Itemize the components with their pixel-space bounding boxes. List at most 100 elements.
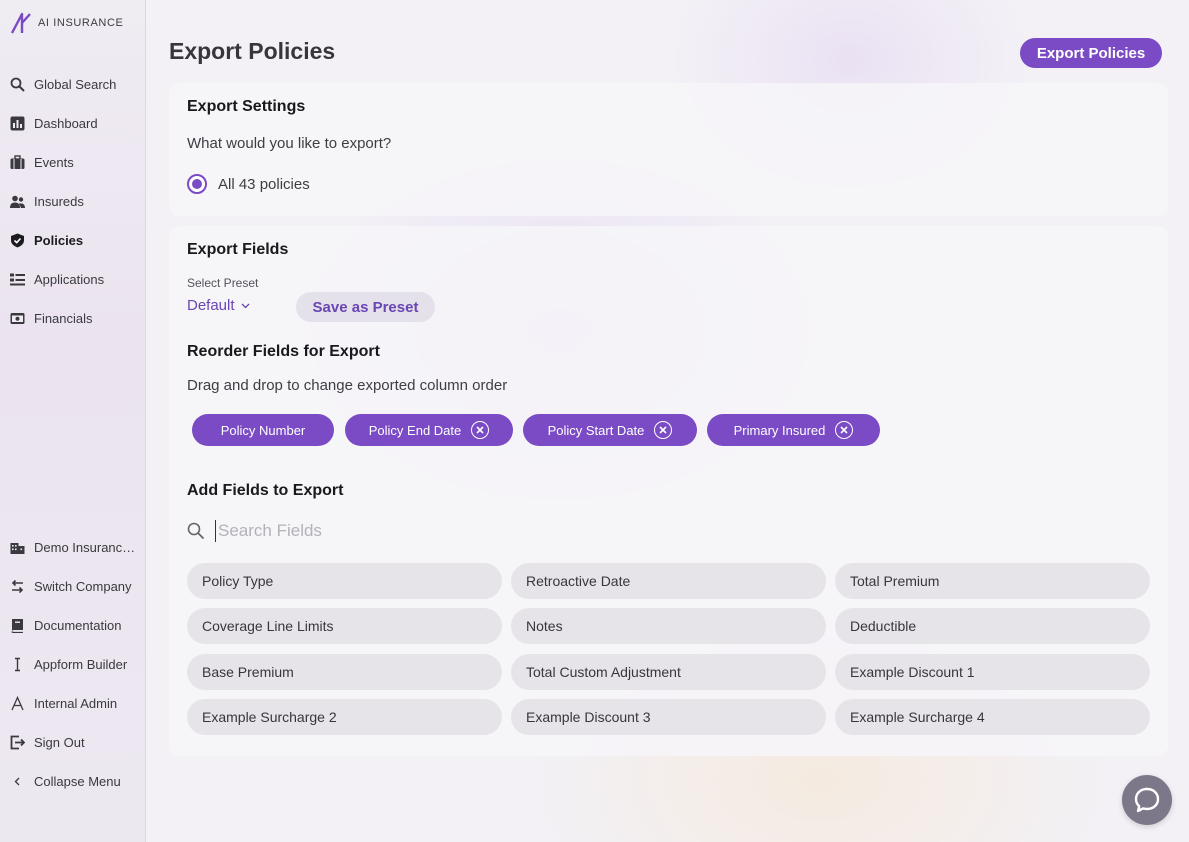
nav-global-search[interactable]: Global Search [0, 69, 146, 99]
nav-label: Applications [34, 271, 105, 287]
nav-company[interactable]: Demo Insurance Co [0, 532, 146, 562]
reorder-heading: Reorder Fields for Export [187, 343, 380, 360]
selected-field-chip[interactable]: Policy Start Date [523, 414, 697, 446]
preset-dropdown[interactable]: Default [187, 297, 250, 314]
available-field[interactable]: Example Surcharge 2 [187, 699, 502, 735]
add-fields-heading: Add Fields to Export [187, 482, 344, 499]
nav-events[interactable]: Events [0, 147, 146, 177]
field-label: Coverage Line Limits [202, 618, 334, 634]
people-icon [10, 194, 25, 209]
field-label: Notes [526, 618, 563, 634]
nav-financials[interactable]: Financials [0, 303, 146, 333]
cash-icon [10, 311, 25, 326]
export-fields-card: Export Fields Select Preset Default Save… [169, 226, 1168, 756]
radio-selected-icon[interactable] [187, 174, 207, 194]
export-policies-button[interactable]: Export Policies [1020, 38, 1162, 68]
nav-applications[interactable]: Applications [0, 264, 146, 294]
export-question: What would you like to export? [187, 135, 392, 152]
field-label: Total Custom Adjustment [526, 664, 681, 680]
text-cursor-icon [10, 657, 25, 672]
available-field[interactable]: Coverage Line Limits [187, 608, 502, 644]
selected-field-chip[interactable]: Primary Insured [707, 414, 880, 446]
export-settings-card: Export Settings What would you like to e… [169, 83, 1168, 216]
field-label: Deductible [850, 618, 917, 634]
nav-documentation[interactable]: Documentation [0, 610, 146, 640]
nav-appform-builder[interactable]: Appform Builder [0, 649, 146, 679]
available-field[interactable]: Deductible [835, 608, 1150, 644]
nav-sign-out[interactable]: Sign Out [0, 727, 146, 757]
nav-insureds[interactable]: Insureds [0, 186, 146, 216]
available-field[interactable]: Base Premium [187, 654, 502, 690]
nav-label: Sign Out [34, 734, 85, 750]
field-search [187, 516, 1147, 546]
selected-field-chip[interactable]: Policy End Date [345, 414, 513, 446]
field-label: Total Premium [850, 573, 940, 589]
reorder-hint: Drag and drop to change exported column … [187, 377, 508, 394]
field-label: Example Surcharge 4 [850, 709, 985, 725]
swap-icon [10, 579, 25, 594]
chat-bubble-icon [1134, 787, 1160, 813]
chat-support-button[interactable] [1122, 775, 1172, 825]
remove-field-icon[interactable] [835, 421, 854, 439]
book-icon [10, 618, 25, 633]
logo-mark-icon [10, 12, 31, 34]
briefcase-icon [10, 154, 25, 170]
nav-dashboard[interactable]: Dashboard [0, 108, 146, 138]
nav-label: Events [34, 154, 74, 170]
letter-a-icon [10, 695, 25, 711]
available-field[interactable]: Total Custom Adjustment [511, 654, 826, 690]
nav-label: Appform Builder [34, 656, 128, 672]
nav-label: Global Search [34, 76, 117, 92]
nav-label: Switch Company [34, 578, 132, 594]
available-field[interactable]: Example Discount 1 [835, 654, 1150, 690]
brand-name: AI INSURANCE [38, 17, 124, 29]
nav-internal-admin[interactable]: Internal Admin [0, 688, 146, 718]
remove-field-icon[interactable] [471, 421, 490, 439]
search-fields-input[interactable] [215, 520, 1115, 542]
chip-label: Primary Insured [733, 422, 826, 438]
preset-value: Default [187, 297, 235, 314]
field-label: Example Discount 1 [850, 664, 975, 680]
list-icon [10, 272, 25, 287]
export-fields-heading: Export Fields [187, 241, 289, 258]
all-policies-label: All 43 policies [218, 175, 310, 193]
available-field[interactable]: Total Premium [835, 563, 1150, 599]
sidebar: AI INSURANCE Global Search Dashboard Eve… [0, 0, 146, 842]
building-icon [10, 540, 25, 555]
nav-label: Collapse Menu [34, 773, 121, 789]
field-label: Retroactive Date [526, 573, 631, 589]
nav-label: Documentation [34, 617, 122, 633]
chip-label: Policy Number [220, 422, 306, 438]
save-as-preset-button[interactable]: Save as Preset [296, 292, 435, 322]
nav-label: Dashboard [34, 115, 98, 131]
field-label: Example Surcharge 2 [202, 709, 337, 725]
field-label: Policy Type [202, 573, 274, 589]
all-policies-option[interactable]: All 43 policies [187, 174, 310, 194]
search-icon [187, 522, 205, 540]
available-field[interactable]: Retroactive Date [511, 563, 826, 599]
field-label: Example Discount 3 [526, 709, 651, 725]
page-title: Export Policies [169, 38, 336, 64]
nav-label: Insureds [34, 193, 84, 209]
sign-out-icon [10, 735, 25, 750]
nav-policies[interactable]: Policies [0, 225, 146, 255]
shield-check-icon [10, 233, 25, 248]
nav-switch-company[interactable]: Switch Company [0, 571, 146, 601]
available-field[interactable]: Example Discount 3 [511, 699, 826, 735]
brand-logo[interactable]: AI INSURANCE [10, 12, 123, 34]
chevron-down-icon [241, 303, 249, 308]
available-field[interactable]: Notes [511, 608, 826, 644]
nav-label: Internal Admin [34, 695, 118, 711]
select-preset-label: Select Preset [187, 276, 259, 290]
search-icon [10, 77, 25, 92]
nav-collapse-menu[interactable]: Collapse Menu [0, 766, 146, 796]
nav-label: Financials [34, 310, 93, 326]
remove-field-icon[interactable] [654, 421, 673, 439]
chip-label: Policy End Date [368, 422, 462, 438]
selected-field-chip[interactable]: Policy Number [192, 414, 334, 446]
available-field[interactable]: Example Surcharge 4 [835, 699, 1150, 735]
export-settings-heading: Export Settings [187, 98, 306, 115]
available-field[interactable]: Policy Type [187, 563, 502, 599]
chart-icon [10, 116, 25, 131]
chip-label: Policy Start Date [547, 422, 645, 438]
